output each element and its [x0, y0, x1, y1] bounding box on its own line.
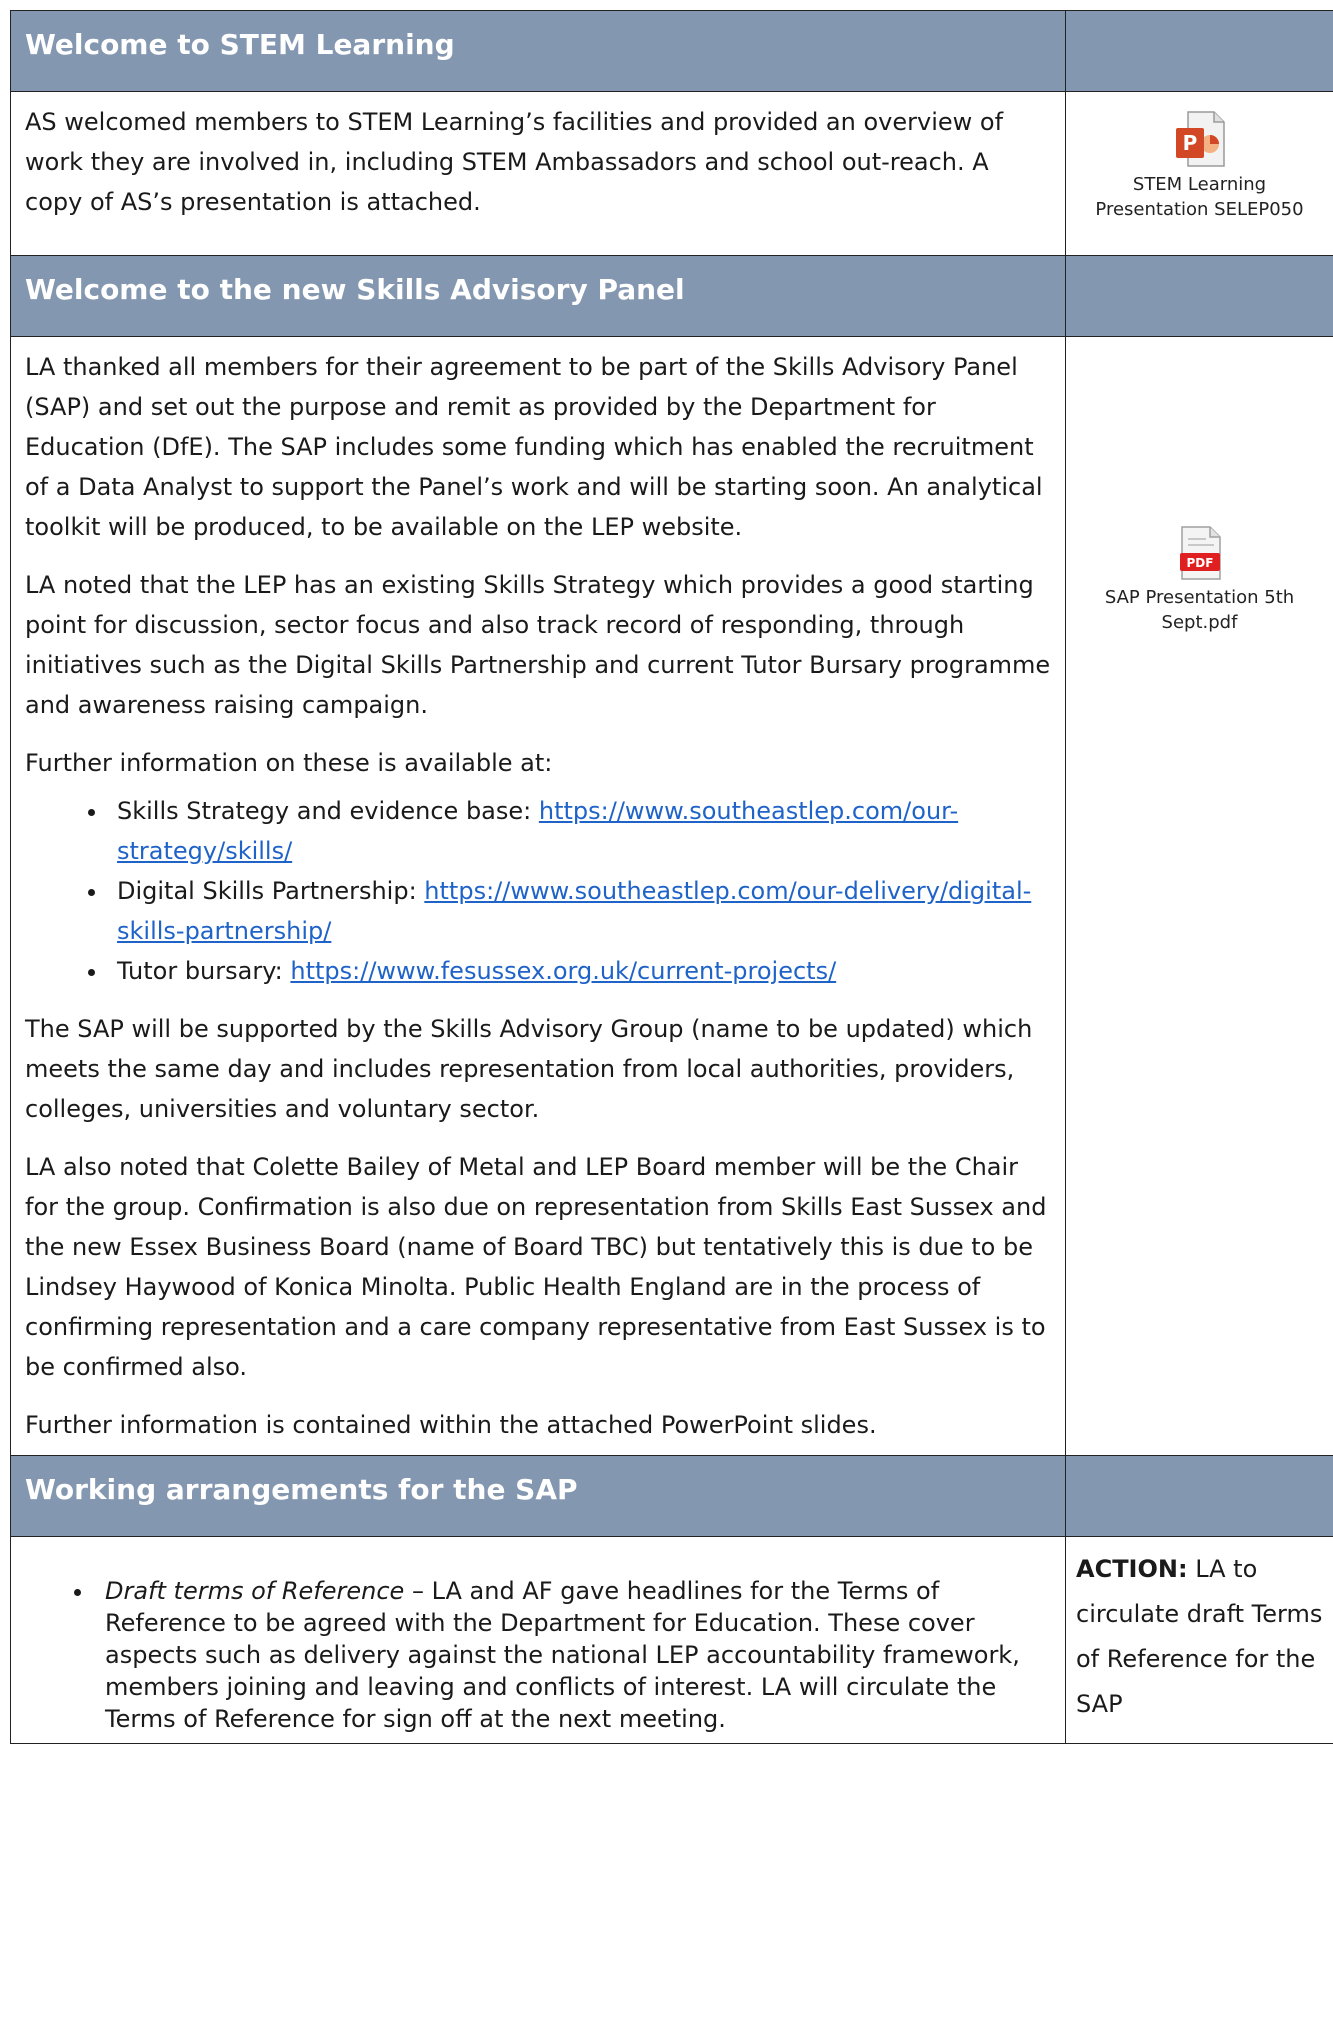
paragraph: AS welcomed members to STEM Learning’s f…: [25, 108, 1004, 216]
section-body: LA thanked all members for their agreeme…: [11, 337, 1065, 1455]
section-row-stem: AS welcomed members to STEM Learning’s f…: [10, 91, 1333, 256]
section-header-sap: Welcome to the new Skills Advisory Panel: [10, 255, 1333, 337]
section-row-sap: LA thanked all members for their agreeme…: [10, 336, 1333, 1456]
link-list: Skills Strategy and evidence base: https…: [25, 791, 1051, 991]
list-item: Skills Strategy and evidence base: https…: [109, 791, 1051, 871]
section-header-stem: Welcome to STEM Learning: [10, 10, 1333, 92]
paragraph: The SAP will be supported by the Skills …: [25, 1015, 1033, 1123]
section-title: Working arrangements for the SAP: [25, 1473, 578, 1506]
link-label: Digital Skills Partnership:: [117, 877, 425, 905]
svg-text:P: P: [1182, 131, 1197, 155]
section-row-working: Draft terms of Reference – LA and AF gav…: [10, 1536, 1333, 1744]
paragraph: LA thanked all members for their agreeme…: [25, 353, 1043, 541]
pdf-badge: PDF: [1186, 556, 1213, 570]
section-header-working: Working arrangements for the SAP: [10, 1455, 1333, 1537]
paragraph: Further information is contained within …: [25, 1411, 877, 1439]
minutes-table: Welcome to STEM Learning AS welcomed mem…: [10, 10, 1333, 1744]
attachment-label-line1: SAP Presentation 5th: [1104, 587, 1295, 608]
paragraph: LA also noted that Colette Bailey of Met…: [25, 1153, 1047, 1381]
attachment-label-line1: STEM Learning: [1132, 174, 1267, 195]
tutor-bursary-link[interactable]: https://www.fesussex.org.uk/current-proj…: [290, 957, 836, 985]
attachment-sap-presentation[interactable]: PDF SAP Presentation 5th Sept.pdf: [1066, 337, 1333, 635]
paragraph: LA noted that the LEP has an existing Sk…: [25, 571, 1051, 719]
powerpoint-file-icon: P: [1175, 111, 1225, 167]
list-item: Tutor bursary: https://www.fesussex.org.…: [109, 951, 1051, 991]
link-label: Tutor bursary:: [117, 957, 291, 985]
list-item: Digital Skills Partnership: https://www.…: [109, 871, 1051, 951]
attachment-label-line2: Presentation SELEP050: [1095, 199, 1304, 220]
working-list: Draft terms of Reference – LA and AF gav…: [11, 1537, 1065, 1743]
link-label: Skills Strategy and evidence base:: [117, 797, 539, 825]
paragraph: Further information on these is availabl…: [25, 749, 553, 777]
pdf-file-icon: PDF: [1179, 526, 1221, 580]
action-note: ACTION: LA to circulate draft Terms of R…: [1066, 1537, 1333, 1737]
section-title: Welcome to the new Skills Advisory Panel: [25, 273, 685, 306]
section-title: Welcome to STEM Learning: [25, 28, 455, 61]
attachment-stem-presentation[interactable]: P STEM Learning Presentation SELEP050: [1066, 92, 1333, 222]
list-item: Draft terms of Reference – LA and AF gav…: [95, 1575, 1029, 1735]
action-label: ACTION:: [1076, 1555, 1188, 1583]
attachment-label-line2: Sept.pdf: [1161, 612, 1238, 633]
section-body: AS welcomed members to STEM Learning’s f…: [11, 92, 1065, 232]
item-heading: Draft terms of Reference: [105, 1577, 405, 1605]
